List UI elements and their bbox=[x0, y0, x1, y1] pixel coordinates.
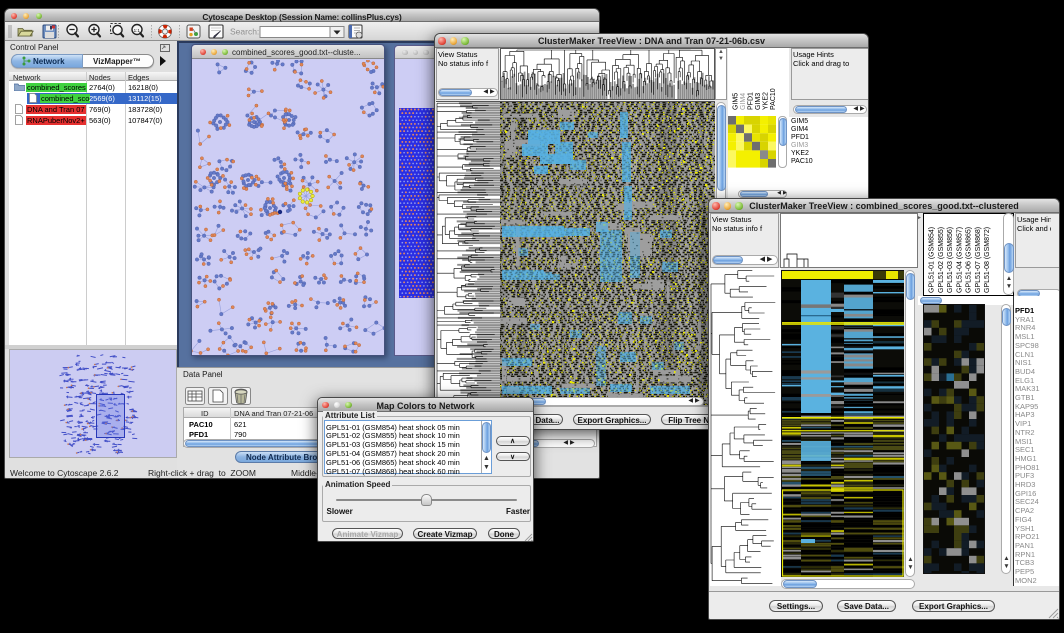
svg-text:PFD1: PFD1 bbox=[748, 92, 755, 110]
svg-text:1:1: 1:1 bbox=[134, 28, 141, 33]
svg-text:Search:: Search: bbox=[230, 27, 259, 37]
svg-text:GIM4: GIM4 bbox=[740, 93, 747, 110]
svg-text:GPL51-08 (GSM872): GPL51-08 (GSM872) bbox=[984, 227, 991, 293]
svg-text:GPL51-04 (GSM857): GPL51-04 (GSM857) bbox=[956, 227, 963, 293]
svg-text:GPL51-06 (GSM865): GPL51-06 (GSM865) bbox=[966, 227, 973, 293]
svg-text:GIM5: GIM5 bbox=[733, 93, 740, 110]
svg-text:YKE2: YKE2 bbox=[763, 92, 770, 110]
svg-text:GPL51-03 (GSM856): GPL51-03 (GSM856) bbox=[947, 227, 954, 293]
svg-text:GPL51-02 (GSM855): GPL51-02 (GSM855) bbox=[938, 227, 945, 293]
svg-text:GPL51-07 (GSM868): GPL51-07 (GSM868) bbox=[975, 227, 982, 293]
svg-text:GIM3: GIM3 bbox=[755, 93, 762, 110]
svg-text:GPL51-01 (GSM854): GPL51-01 (GSM854) bbox=[929, 227, 936, 293]
svg-text:PAC10: PAC10 bbox=[770, 88, 777, 110]
